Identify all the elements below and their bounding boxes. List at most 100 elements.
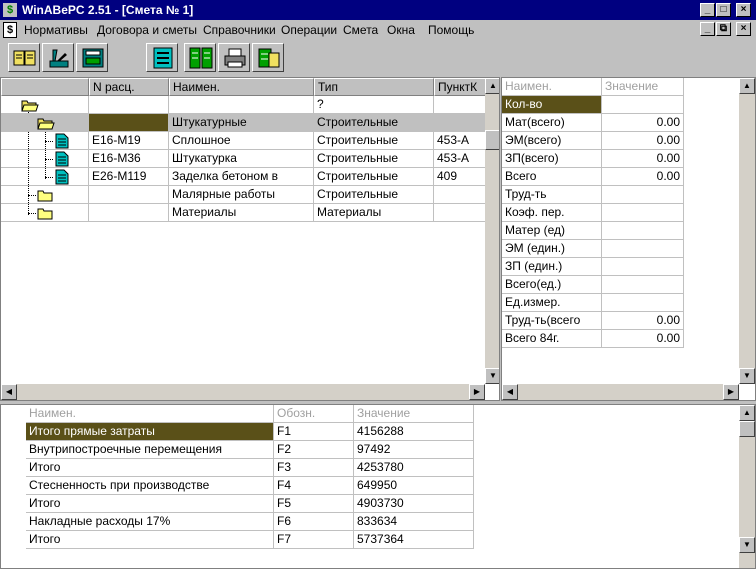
scroll-up-icon[interactable]: ▲	[739, 78, 755, 94]
prop-value[interactable]: 0.00	[602, 150, 684, 168]
toolbar-print-button[interactable]	[218, 43, 250, 72]
row-type[interactable]: Строительные	[314, 168, 434, 186]
scroll-up-icon[interactable]: ▲	[739, 405, 755, 421]
table-row[interactable]	[1, 96, 89, 114]
app-icon[interactable]: $	[3, 3, 17, 17]
row-punkt[interactable]	[434, 204, 486, 222]
prop-value[interactable]	[602, 204, 684, 222]
prop-value[interactable]	[602, 276, 684, 294]
total-code[interactable]: F1	[274, 423, 354, 441]
prop-name[interactable]: ЭМ(всего)	[502, 132, 602, 150]
total-name[interactable]: Накладные расходы 17%	[26, 513, 274, 531]
totals-col-header-code[interactable]: Обозн.	[274, 405, 354, 423]
row-punkt[interactable]: 453-А	[434, 150, 486, 168]
tree-vscrollbar[interactable]: ▲ ▼	[485, 78, 499, 384]
mdi-restore-button[interactable]: ⧉	[716, 22, 731, 36]
row-name[interactable]: Сплошное	[169, 132, 314, 150]
prop-value[interactable]: 0.00	[602, 114, 684, 132]
row-punkt[interactable]	[434, 114, 486, 132]
row-code[interactable]: Е26-М119	[89, 168, 169, 186]
total-code[interactable]: F5	[274, 495, 354, 513]
total-value[interactable]: 4253780	[354, 459, 474, 477]
scroll-down-icon[interactable]: ▼	[485, 368, 499, 384]
prop-value[interactable]: 0.00	[602, 312, 684, 330]
mdi-close-button[interactable]: ×	[736, 22, 751, 36]
scroll-down-icon[interactable]: ▼	[739, 368, 755, 384]
total-code[interactable]: F7	[274, 531, 354, 549]
row-code[interactable]	[89, 96, 169, 114]
scroll-right-icon[interactable]: ▶	[469, 384, 485, 400]
toolbar-knife-button[interactable]	[42, 43, 74, 72]
row-code[interactable]	[89, 204, 169, 222]
row-name[interactable]: Материалы	[169, 204, 314, 222]
props-col-header-name[interactable]: Наимен.	[502, 78, 602, 96]
prop-value[interactable]	[602, 186, 684, 204]
total-code[interactable]: F4	[274, 477, 354, 495]
table-row[interactable]	[1, 168, 89, 186]
table-row[interactable]	[1, 186, 89, 204]
prop-name[interactable]: Труд-ть(всего	[502, 312, 602, 330]
prop-name[interactable]: Всего(ед.)	[502, 276, 602, 294]
menu-operations[interactable]: Операции	[281, 23, 337, 37]
scroll-left-icon[interactable]: ◀	[1, 384, 17, 400]
prop-name[interactable]: Мат(всего)	[502, 114, 602, 132]
prop-value[interactable]	[602, 258, 684, 276]
prop-name[interactable]: Ед.измер.	[502, 294, 602, 312]
prop-value[interactable]: 0.00	[602, 168, 684, 186]
table-row[interactable]	[1, 132, 89, 150]
row-type[interactable]: Строительные	[314, 132, 434, 150]
total-value[interactable]: 97492	[354, 441, 474, 459]
total-name[interactable]: Итого	[26, 531, 274, 549]
minimize-button[interactable]: _	[700, 3, 715, 17]
props-hscrollbar[interactable]: ◀ ▶	[502, 384, 739, 400]
table-row[interactable]	[1, 114, 89, 132]
row-code[interactable]	[89, 114, 169, 132]
toolbar-export-button[interactable]	[252, 43, 284, 72]
tree-col-header-icon[interactable]	[1, 78, 89, 96]
scroll-down-icon[interactable]: ▼	[739, 537, 755, 553]
totals-col-header-name[interactable]: Наимен.	[26, 405, 274, 423]
totals-col-header-value[interactable]: Значение	[354, 405, 474, 423]
toolbar-compare-button[interactable]	[184, 43, 216, 72]
document-menu-icon[interactable]: $	[3, 22, 17, 38]
row-name[interactable]: Заделка бетоном в	[169, 168, 314, 186]
maximize-button[interactable]: □	[716, 3, 731, 17]
row-name[interactable]	[169, 96, 314, 114]
prop-name[interactable]: Труд-ть	[502, 186, 602, 204]
scroll-left-icon[interactable]: ◀	[502, 384, 518, 400]
total-code[interactable]: F3	[274, 459, 354, 477]
tree-col-header-code[interactable]: N расц.	[89, 78, 169, 96]
tree-col-header-type[interactable]: Тип	[314, 78, 434, 96]
tree-hscrollbar[interactable]: ◀ ▶	[1, 384, 485, 400]
total-name[interactable]: Итого	[26, 459, 274, 477]
scroll-thumb[interactable]	[485, 130, 499, 150]
total-name[interactable]: Итого прямые затраты	[26, 423, 274, 441]
row-type[interactable]: Строительные	[314, 150, 434, 168]
total-value[interactable]: 649950	[354, 477, 474, 495]
toolbar-list-button[interactable]	[146, 43, 178, 72]
row-type[interactable]: Материалы	[314, 204, 434, 222]
prop-value[interactable]: 0.00	[602, 330, 684, 348]
props-col-header-value[interactable]: Значение	[602, 78, 684, 96]
row-punkt[interactable]: 409	[434, 168, 486, 186]
total-code[interactable]: F2	[274, 441, 354, 459]
prop-value[interactable]	[602, 222, 684, 240]
props-vscrollbar[interactable]: ▲ ▼	[739, 78, 755, 384]
prop-name[interactable]: ЭМ (един.)	[502, 240, 602, 258]
toolbar-calculator-button[interactable]	[76, 43, 108, 72]
tree-col-header-name[interactable]: Наимен.	[169, 78, 314, 96]
row-code[interactable]	[89, 186, 169, 204]
row-name[interactable]: Штукатурка	[169, 150, 314, 168]
row-punkt[interactable]	[434, 96, 486, 114]
prop-name[interactable]: Кол-во	[502, 96, 602, 114]
total-code[interactable]: F6	[274, 513, 354, 531]
total-name[interactable]: Итого	[26, 495, 274, 513]
prop-name[interactable]: ЗП (един.)	[502, 258, 602, 276]
row-punkt[interactable]: 453-А	[434, 132, 486, 150]
total-name[interactable]: Внутрипостроечные перемещения	[26, 441, 274, 459]
menu-contracts[interactable]: Договора и сметы	[97, 23, 197, 37]
menu-windows[interactable]: Окна	[387, 23, 415, 37]
menu-normativy[interactable]: Нормативы	[24, 23, 88, 37]
menu-help[interactable]: Помощь	[428, 23, 474, 37]
row-type[interactable]: Строительные	[314, 114, 434, 132]
